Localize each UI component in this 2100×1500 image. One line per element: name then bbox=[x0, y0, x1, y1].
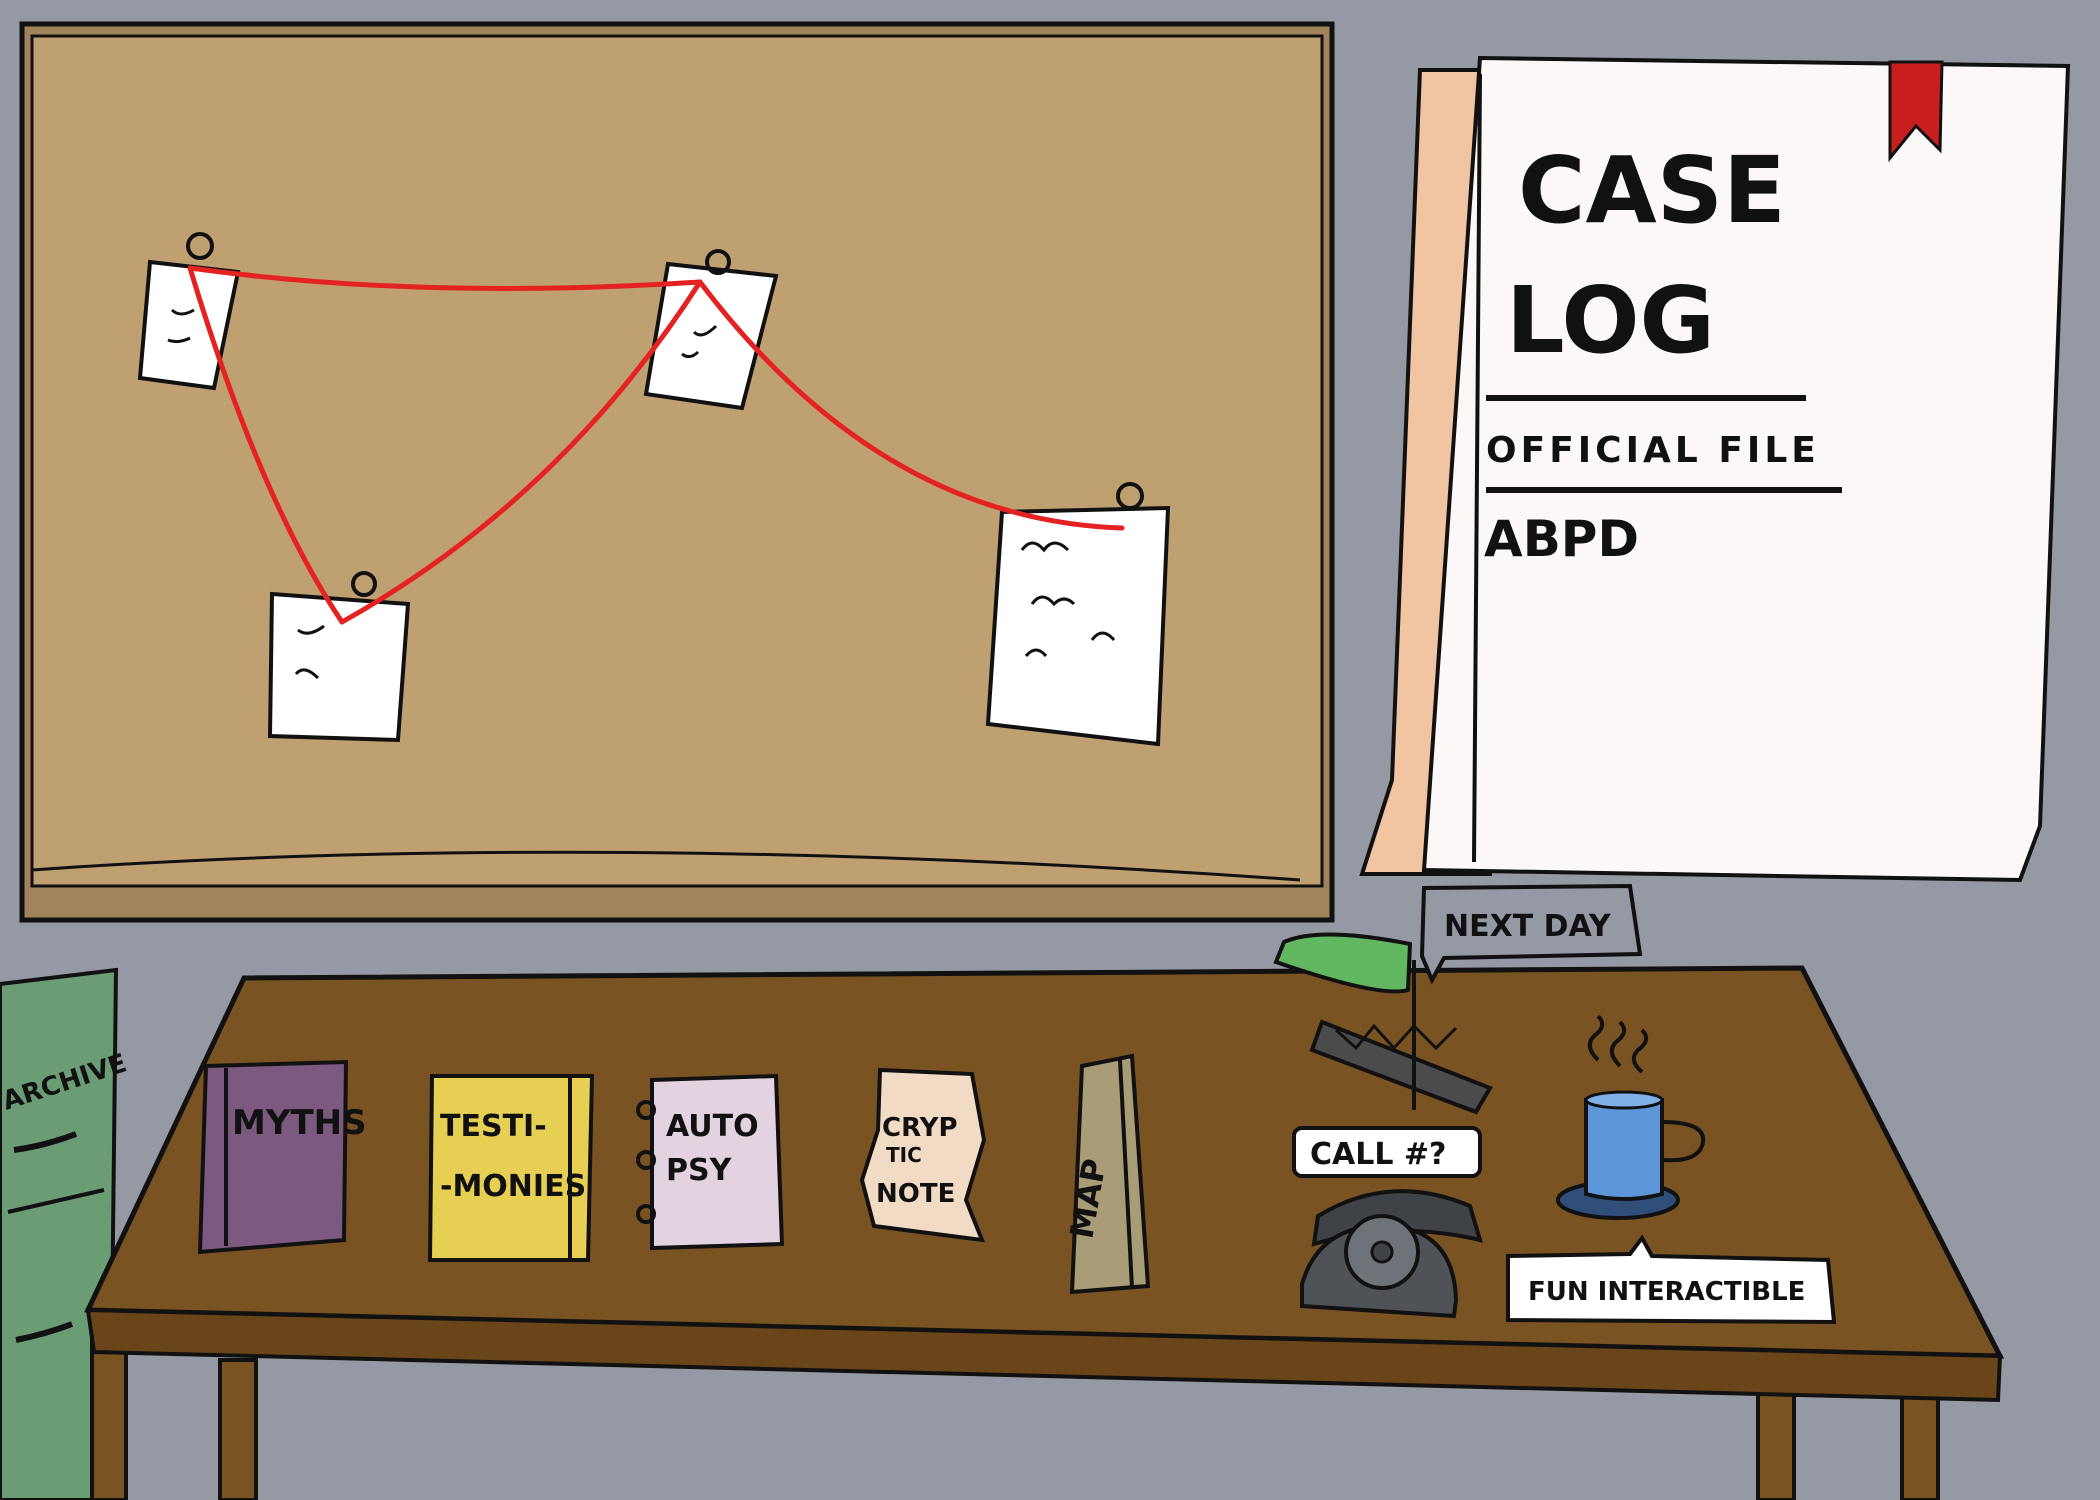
cryptic-note-line1: CRYP bbox=[882, 1113, 958, 1143]
testimonies-label-line1: TESTI- bbox=[440, 1109, 547, 1144]
case-log-subtitle: OFFICIAL FILE bbox=[1486, 430, 1820, 471]
autopsy-label-line2: PSY bbox=[666, 1153, 733, 1188]
myths-label: MYTHS bbox=[232, 1103, 367, 1143]
case-log-title-line1: CASE bbox=[1518, 137, 1786, 244]
autopsy-label-line1: AUTO bbox=[666, 1109, 759, 1144]
evidence-corkboard[interactable] bbox=[19, 21, 1335, 923]
fun-interactible-label: FUN INTERACTIBLE bbox=[1528, 1277, 1805, 1307]
case-log-file[interactable]: CASE LOG OFFICIAL FILE ABPD bbox=[1359, 55, 2071, 883]
detective-office-scene: CASE LOG OFFICIAL FILE ABPD ARCHIVE MYTH… bbox=[0, 21, 2071, 1500]
case-log-department: ABPD bbox=[1484, 510, 1639, 568]
cryptic-note[interactable]: CRYP TIC NOTE bbox=[859, 1067, 987, 1243]
next-day-tooltip[interactable]: NEXT DAY bbox=[1419, 883, 1643, 985]
desk bbox=[84, 965, 2005, 1500]
cryptic-note-line3: NOTE bbox=[876, 1179, 955, 1209]
cryptic-note-line2: TIC bbox=[886, 1143, 922, 1167]
testimonies-label-line2: -MONIES bbox=[440, 1169, 586, 1204]
autopsy-notebook[interactable]: AUTO PSY bbox=[636, 1073, 785, 1251]
call-label: CALL #? bbox=[1310, 1137, 1446, 1172]
next-day-label: NEXT DAY bbox=[1444, 909, 1612, 944]
testimonies-book[interactable]: TESTI- -MONIES bbox=[427, 1074, 595, 1262]
call-tooltip[interactable]: CALL #? bbox=[1292, 1126, 1482, 1178]
case-log-title-line2: LOG bbox=[1506, 267, 1715, 374]
myths-book[interactable]: MYTHS bbox=[197, 1059, 367, 1255]
